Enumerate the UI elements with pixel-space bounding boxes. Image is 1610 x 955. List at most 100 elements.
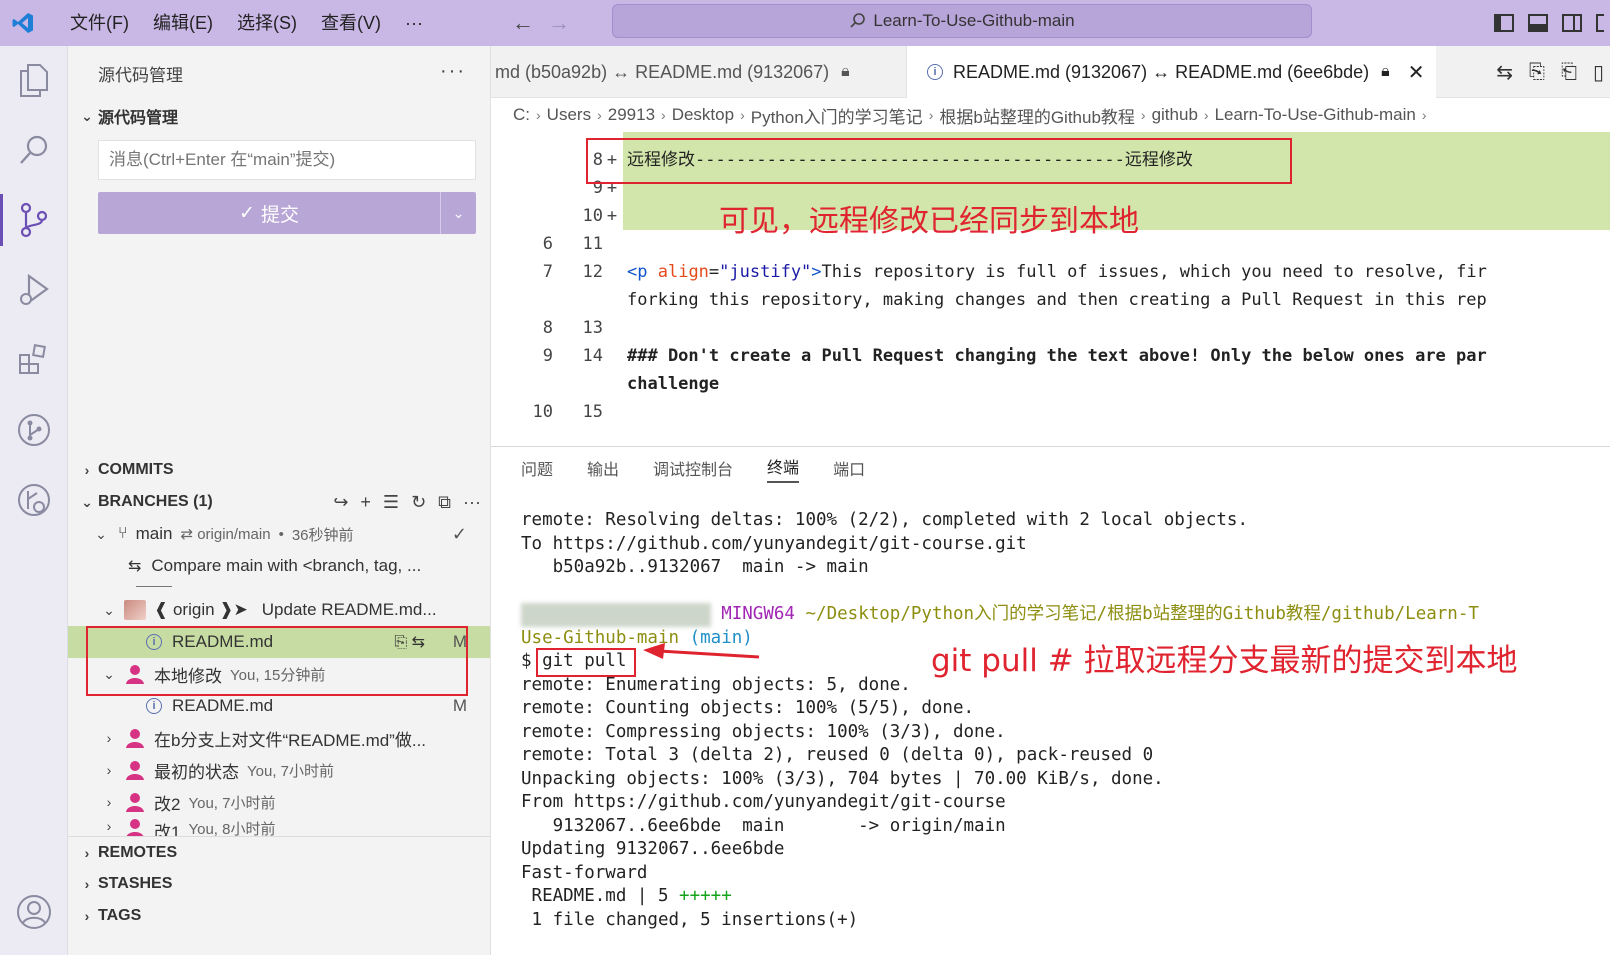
tags-section[interactable]: › TAGS bbox=[68, 900, 490, 932]
history-meta: You, 7小时前 bbox=[188, 794, 276, 812]
prompt-env: MINGW64 bbox=[721, 604, 795, 624]
terminal-line: Fast-forward bbox=[521, 862, 648, 883]
stashes-title: STASHES bbox=[98, 875, 173, 892]
menu-selection[interactable]: 选择(S) bbox=[225, 0, 309, 46]
commit-button[interactable]: ✓ 提交 bbox=[98, 192, 440, 234]
breadcrumb-item[interactable]: github bbox=[1152, 105, 1198, 125]
annotation-box bbox=[86, 626, 468, 696]
menu-edit[interactable]: 编辑(E) bbox=[141, 0, 225, 46]
chevron-right-icon: › bbox=[661, 107, 666, 123]
code-text: This repository is full of issues, which… bbox=[821, 262, 1487, 282]
commit-message-input[interactable] bbox=[98, 140, 476, 180]
git-graph-icon[interactable] bbox=[14, 410, 54, 450]
tab-output[interactable]: 输出 bbox=[587, 456, 619, 480]
avatar bbox=[124, 600, 146, 620]
chevron-right-icon: › bbox=[106, 762, 112, 778]
tab-label: README.md (9132067) ↔ README.md (6ee6bde… bbox=[953, 61, 1370, 82]
split-editor-icon[interactable]: ▯ bbox=[1593, 60, 1604, 85]
tab-ports[interactable]: 端口 bbox=[833, 456, 865, 480]
more-actions-button[interactable]: ··· bbox=[440, 60, 466, 83]
history-row[interactable]: › 最初的状态 You, 7小时前 bbox=[68, 754, 490, 786]
more-icon[interactable]: ··· bbox=[463, 492, 481, 513]
breadcrumb-item[interactable]: 29913 bbox=[608, 105, 655, 125]
menu-file[interactable]: 文件(F) bbox=[58, 0, 141, 46]
vscode-logo-icon bbox=[0, 0, 46, 46]
back-arrow-icon[interactable]: ← bbox=[505, 10, 541, 36]
collapse-all-icon[interactable]: ⧉ bbox=[438, 492, 451, 513]
line-number: 7 bbox=[542, 262, 553, 282]
commit-dropdown-chevron-icon[interactable]: ⌄ bbox=[440, 192, 476, 234]
open-changes-icon[interactable]: ⎗ bbox=[1561, 61, 1577, 84]
terminal-output[interactable]: remote: Resolving deltas: 100% (2/2), co… bbox=[521, 509, 1479, 932]
breadcrumb-item[interactable]: Python入门的学习笔记 bbox=[751, 103, 923, 128]
tab-label: md (b50a92b) ↔ README.md (9132067) bbox=[495, 61, 830, 82]
view-as-list-icon[interactable]: ☰ bbox=[383, 492, 399, 513]
history-row[interactable]: › 改1 You, 8小时前 bbox=[68, 818, 490, 836]
branch-toolbar: ↪ + ☰ ↻ ⧉ ··· bbox=[333, 492, 490, 513]
source-control-section[interactable]: ⌄ 源代码管理 bbox=[68, 100, 490, 132]
commit-button-group: ✓ 提交 ⌄ bbox=[98, 192, 476, 234]
accounts-icon[interactable] bbox=[14, 892, 54, 932]
history-row[interactable]: › 在b分支上对文件“README.md”做... bbox=[68, 722, 490, 754]
diff-editor[interactable]: 8 + 远程修改----------------------------------… bbox=[491, 132, 1610, 446]
breadcrumb-item[interactable]: Desktop bbox=[672, 105, 734, 125]
menu-more[interactable]: ··· bbox=[393, 0, 435, 46]
extensions-icon[interactable] bbox=[14, 340, 54, 380]
chevron-right-icon: › bbox=[1421, 107, 1427, 123]
annotation-box bbox=[586, 138, 1292, 184]
refresh-icon[interactable]: ↻ bbox=[411, 492, 426, 513]
explorer-icon[interactable] bbox=[14, 60, 54, 100]
branch-row-main[interactable]: ⌄ ⑂ main ⇄ origin/main • 36秒钟前 ✓ bbox=[68, 518, 490, 550]
search-icon bbox=[850, 13, 866, 28]
menu-view[interactable]: 查看(V) bbox=[309, 0, 393, 46]
breadcrumb-item[interactable]: C: bbox=[513, 105, 530, 125]
commit-label: 提交 bbox=[260, 204, 299, 226]
compare-text: Compare main with <branch, tag, ... bbox=[151, 556, 422, 575]
toggle-primary-sidebar-icon[interactable] bbox=[1494, 14, 1514, 32]
compare-row[interactable]: ⇆ Compare main with <branch, tag, ... bbox=[68, 550, 490, 582]
terminal-line: 9132067..6ee6bde main -> origin/main bbox=[521, 815, 1006, 836]
compare-changes-icon[interactable]: ⇆ bbox=[1496, 60, 1513, 85]
branches-section[interactable]: ⌄ BRANCHES (1) ↪ + ☰ ↻ ⧉ ··· bbox=[68, 486, 490, 518]
close-icon[interactable]: ✕ bbox=[1408, 60, 1425, 85]
command-center-search[interactable]: Learn-To-Use-Github-main bbox=[612, 4, 1312, 38]
source-control-icon[interactable] bbox=[0, 194, 54, 246]
gitlens-icon[interactable] bbox=[14, 480, 54, 520]
terminal-line: Updating 9132067..6ee6bde bbox=[521, 839, 785, 859]
toggle-panel-icon[interactable] bbox=[1528, 14, 1548, 32]
history-row[interactable]: › 改2 You, 7小时前 bbox=[68, 786, 490, 818]
breadcrumb-item[interactable]: 根据b站整理的Github教程 bbox=[939, 103, 1135, 128]
search-view-icon[interactable] bbox=[14, 130, 54, 170]
commits-section[interactable]: › COMMITS bbox=[68, 454, 490, 486]
switch-branch-icon[interactable]: ↪ bbox=[333, 492, 348, 513]
forward-arrow-icon[interactable]: → bbox=[541, 10, 577, 36]
customize-layout-icon[interactable] bbox=[1596, 14, 1604, 32]
tab-problems[interactable]: 问题 bbox=[521, 456, 553, 480]
stashes-section[interactable]: › STASHES bbox=[68, 868, 490, 900]
create-branch-icon[interactable]: + bbox=[360, 492, 371, 513]
chevron-right-icon: › bbox=[106, 794, 112, 810]
prompt-path: ~/Desktop/Python入门的学习笔记/根据b站整理的Github教程/… bbox=[805, 604, 1479, 624]
tab-diff-current[interactable]: i README.md (9132067) ↔ README.md (6ee6b… bbox=[907, 46, 1437, 98]
origin-commit-row[interactable]: ⌄ ❰ origin ❱➤ Update README.md... bbox=[68, 594, 490, 626]
remotes-section[interactable]: › REMOTES bbox=[68, 836, 490, 868]
chevron-right-icon: › bbox=[1203, 107, 1209, 123]
tab-debug-console[interactable]: 调试控制台 bbox=[653, 456, 733, 480]
open-file-icon[interactable]: ⎘ bbox=[1529, 61, 1545, 84]
line-number: 10 bbox=[582, 206, 603, 226]
origin-label: ❰ origin ❱➤ bbox=[154, 600, 248, 619]
breadcrumb-item[interactable]: Learn-To-Use-Github-main bbox=[1215, 105, 1416, 125]
origin-message: Update README.md... bbox=[261, 600, 437, 619]
history-label: 改1 bbox=[154, 823, 181, 836]
toggle-secondary-sidebar-icon[interactable] bbox=[1562, 14, 1582, 32]
run-and-debug-icon[interactable] bbox=[14, 270, 54, 310]
line-number: 11 bbox=[582, 234, 603, 254]
breadcrumb-item[interactable]: Users bbox=[547, 105, 591, 125]
editor-tabs: md (b50a92b) ↔ README.md (9132067) 🔒︎ i … bbox=[491, 46, 1610, 98]
tab-terminal[interactable]: 终端 bbox=[767, 454, 800, 483]
terminal-line: b50a92b..9132067 main -> main bbox=[521, 557, 869, 577]
section-title: 源代码管理 bbox=[98, 110, 179, 127]
tab-diff-previous[interactable]: md (b50a92b) ↔ README.md (9132067) 🔒︎ bbox=[491, 46, 907, 98]
code-line: forking this repository, making changes … bbox=[491, 286, 1610, 314]
terminal-line: From https://github.com/yunyandegit/git-… bbox=[521, 792, 1006, 812]
